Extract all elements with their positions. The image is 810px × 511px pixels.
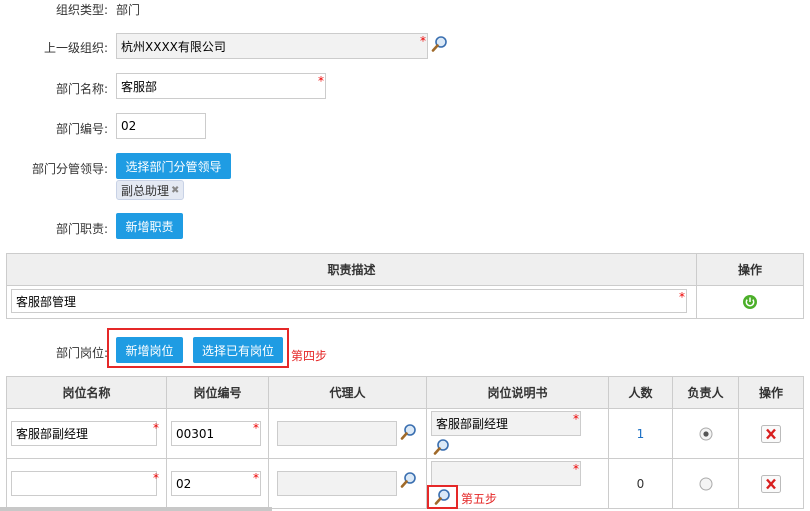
agent-cell [268,408,427,459]
parent-org-label: 上一级组织: [43,41,108,55]
search-icon[interactable] [433,438,451,456]
duty-col-header: 职责描述 [6,253,697,286]
power-icon[interactable] [742,294,758,310]
spec-cell: 客服部副经理 * [426,408,609,459]
positions-table: 岗位名称 岗位编号 代理人 岗位说明书 人数 负责人 操作 客服部副经理 * 0… [6,376,804,509]
select-leader-button[interactable]: 选择部门分管领导 [116,153,231,179]
required-mark: * [153,471,159,485]
op-cell [738,458,804,509]
delete-icon[interactable] [761,474,781,493]
leader-cell [672,458,739,509]
agent-field[interactable] [277,421,397,446]
remove-tag-icon[interactable]: ✖ [171,185,179,196]
select-position-button[interactable]: 选择已有岗位 [193,337,283,363]
leader-tag-label: 副总助理 [121,183,170,198]
dept-code-label: 部门编号: [55,122,108,136]
search-icon[interactable] [400,423,418,441]
search-icon[interactable] [431,35,449,53]
position-name-cell: * [6,458,167,509]
table-row: * 02 * * 第五步 0 [6,458,804,509]
col-op: 操作 [738,376,804,409]
col-position-name: 岗位名称 [6,376,167,409]
leader-tag: 副总助理 ✖ [116,180,185,200]
spec-cell: * 第五步 [426,458,609,509]
op-cell [738,408,804,459]
horizontal-scrollbar[interactable] [0,507,272,511]
table-row: 客服部副经理 * 00301 * 客服部副经理 * 1 [6,408,804,459]
positions-label: 部门岗位: [55,346,108,360]
dept-name-label: 部门名称: [55,82,108,96]
spec-field[interactable] [431,461,581,486]
position-name-field[interactable] [11,471,157,496]
position-code-cell: 02 * [166,458,269,509]
required-mark: * [420,34,426,48]
agent-field[interactable] [277,471,397,496]
org-type-label: 组织类型: [55,3,108,17]
position-name-field[interactable]: 客服部副经理 [11,421,157,446]
delete-icon[interactable] [761,424,781,443]
required-mark: * [679,290,685,304]
dept-name-field[interactable]: 客服部 [116,73,326,99]
dept-code-field[interactable]: 02 [116,113,206,139]
leader-label: 部门分管领导: [31,162,108,176]
search-icon[interactable] [434,488,452,506]
required-mark: * [253,421,259,435]
required-mark: * [153,421,159,435]
spec-field[interactable]: 客服部副经理 [431,411,581,436]
col-position-code: 岗位编号 [166,376,269,409]
leader-radio[interactable] [699,477,713,491]
required-mark: * [573,462,579,476]
step5-note: 第五步 [461,492,498,506]
col-spec: 岗位说明书 [426,376,609,409]
position-name-cell: 客服部副经理 * [6,408,167,459]
search-icon[interactable] [400,471,418,489]
org-type-value: 部门 [116,3,141,17]
duty-desc-cell: 客服部管理 * [6,285,697,319]
parent-org-field[interactable]: 杭州XXXX有限公司 [116,33,428,59]
step4-note: 第四步 [291,349,328,363]
col-agent: 代理人 [268,376,427,409]
count-cell: 0 [608,458,673,509]
add-duty-button[interactable]: 新增职责 [116,213,183,239]
agent-cell [268,458,427,509]
table-row: 客服部管理 * [6,285,804,319]
duty-desc-field[interactable]: 客服部管理 [11,289,687,313]
required-mark: * [573,412,579,426]
duty-table: 职责描述 操作 客服部管理 * [6,253,804,319]
leader-cell [672,408,739,459]
count-cell: 1 [608,408,673,459]
add-position-button[interactable]: 新增岗位 [116,337,183,363]
duty-op-header: 操作 [696,253,804,286]
leader-radio[interactable] [699,427,713,441]
duty-op-cell [696,285,804,319]
required-mark: * [253,471,259,485]
position-code-field[interactable]: 00301 [171,421,261,446]
required-mark: * [318,74,324,88]
col-leader: 负责人 [672,376,739,409]
col-count: 人数 [608,376,673,409]
duty-label: 部门职责: [55,222,108,236]
position-code-field[interactable]: 02 [171,471,261,496]
position-code-cell: 00301 * [166,408,269,459]
